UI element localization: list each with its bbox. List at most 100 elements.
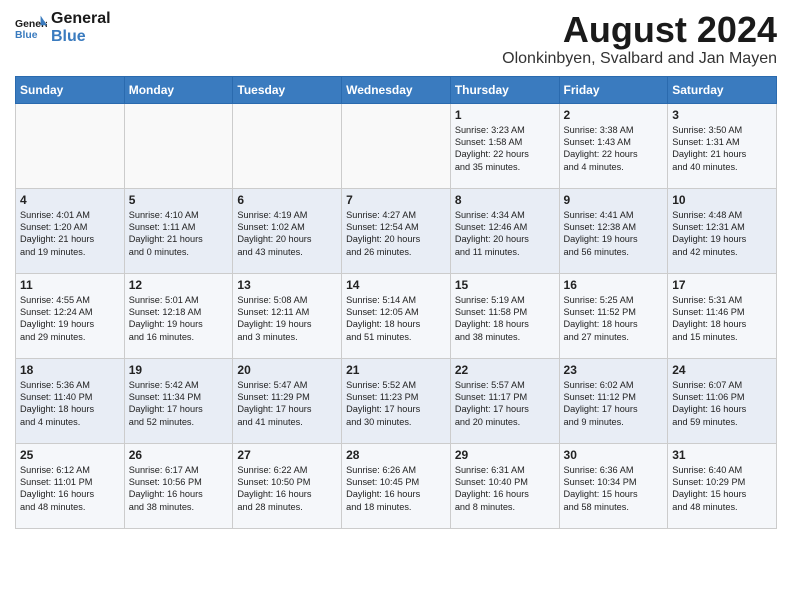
- day-content: Sunrise: 5:14 AM Sunset: 12:05 AM Daylig…: [346, 294, 446, 344]
- day-content: Sunrise: 6:36 AM Sunset: 10:34 PM Daylig…: [564, 464, 664, 514]
- calendar-cell: [342, 103, 451, 188]
- day-number: 13: [237, 278, 337, 292]
- calendar-cell: 27Sunrise: 6:22 AM Sunset: 10:50 PM Dayl…: [233, 443, 342, 528]
- calendar-cell: 13 Sunrise: 5:08 AM Sunset: 12:11 AM Dayl…: [233, 273, 342, 358]
- calendar-cell: 21 Sunrise: 5:52 AM Sunset: 11:23 PM Dayl…: [342, 358, 451, 443]
- day-content: Sunrise: 4:19 AM Sunset: 1:02 AM Dayligh…: [237, 209, 337, 259]
- day-content: Sunrise: 3:38 AM Sunset: 1:43 AM Dayligh…: [564, 124, 664, 174]
- day-content: Sunrise: 6:02 AM Sunset: 11:12 PM Daylig…: [564, 379, 664, 429]
- calendar-cell: 10 Sunrise: 4:48 AM Sunset: 12:31 AM Dayl…: [668, 188, 777, 273]
- day-number: 25: [20, 448, 120, 462]
- calendar-cell: 8 Sunrise: 4:34 AM Sunset: 12:46 AM Dayli…: [450, 188, 559, 273]
- calendar-cell: 3 Sunrise: 3:50 AM Sunset: 1:31 AM Daylig…: [668, 103, 777, 188]
- day-number: 28: [346, 448, 446, 462]
- day-number: 26: [129, 448, 229, 462]
- calendar-week-4: 18Sunrise: 5:36 AM Sunset: 11:40 PM Dayl…: [16, 358, 777, 443]
- day-header-wednesday: Wednesday: [342, 76, 451, 103]
- calendar-cell: 4Sunrise: 4:01 AM Sunset: 1:20 AM Daylig…: [16, 188, 125, 273]
- calendar-cell: 28 Sunrise: 6:26 AM Sunset: 10:45 PM Dayl…: [342, 443, 451, 528]
- day-header-sunday: Sunday: [16, 76, 125, 103]
- day-number: 9: [564, 193, 664, 207]
- calendar-week-2: 4Sunrise: 4:01 AM Sunset: 1:20 AM Daylig…: [16, 188, 777, 273]
- day-number: 18: [20, 363, 120, 377]
- day-number: 3: [672, 108, 772, 122]
- day-content: Sunrise: 5:08 AM Sunset: 12:11 AM Daylig…: [237, 294, 337, 344]
- day-content: Sunrise: 5:42 AM Sunset: 11:34 PM Daylig…: [129, 379, 229, 429]
- day-number: 30: [564, 448, 664, 462]
- day-content: Sunrise: 4:48 AM Sunset: 12:31 AM Daylig…: [672, 209, 772, 259]
- day-header-tuesday: Tuesday: [233, 76, 342, 103]
- calendar-cell: 17 Sunrise: 5:31 AM Sunset: 11:46 PM Dayl…: [668, 273, 777, 358]
- day-content: Sunrise: 4:34 AM Sunset: 12:46 AM Daylig…: [455, 209, 555, 259]
- day-header-thursday: Thursday: [450, 76, 559, 103]
- calendar-cell: 22 Sunrise: 5:57 AM Sunset: 11:17 PM Dayl…: [450, 358, 559, 443]
- day-content: Sunrise: 5:19 AM Sunset: 11:58 PM Daylig…: [455, 294, 555, 344]
- day-content: Sunrise: 4:27 AM Sunset: 12:54 AM Daylig…: [346, 209, 446, 259]
- title-block: August 2024 Olonkinbyen, Svalbard and Ja…: [502, 10, 777, 68]
- calendar-cell: 14 Sunrise: 5:14 AM Sunset: 12:05 AM Dayl…: [342, 273, 451, 358]
- day-number: 7: [346, 193, 446, 207]
- month-year-title: August 2024: [502, 10, 777, 50]
- day-number: 4: [20, 193, 120, 207]
- day-content: Sunrise: 4:41 AM Sunset: 12:38 AM Daylig…: [564, 209, 664, 259]
- day-content: Sunrise: 6:40 AM Sunset: 10:29 PM Daylig…: [672, 464, 772, 514]
- calendar-cell: 30 Sunrise: 6:36 AM Sunset: 10:34 PM Dayl…: [559, 443, 668, 528]
- day-content: Sunrise: 4:55 AM Sunset: 12:24 AM Daylig…: [20, 294, 120, 344]
- day-number: 24: [672, 363, 772, 377]
- calendar-week-3: 11Sunrise: 4:55 AM Sunset: 12:24 AM Dayl…: [16, 273, 777, 358]
- day-number: 21: [346, 363, 446, 377]
- day-number: 17: [672, 278, 772, 292]
- calendar-cell: 26 Sunrise: 6:17 AM Sunset: 10:56 PM Dayl…: [124, 443, 233, 528]
- day-number: 22: [455, 363, 555, 377]
- calendar-cell: 24Sunrise: 6:07 AM Sunset: 11:06 PM Dayl…: [668, 358, 777, 443]
- calendar-cell: 19Sunrise: 5:42 AM Sunset: 11:34 PM Dayl…: [124, 358, 233, 443]
- day-number: 14: [346, 278, 446, 292]
- day-number: 2: [564, 108, 664, 122]
- day-content: Sunrise: 6:31 AM Sunset: 10:40 PM Daylig…: [455, 464, 555, 514]
- day-number: 8: [455, 193, 555, 207]
- day-number: 12: [129, 278, 229, 292]
- day-content: Sunrise: 3:23 AM Sunset: 1:58 AM Dayligh…: [455, 124, 555, 174]
- logo-blue: Blue: [51, 28, 111, 46]
- calendar-cell: 12Sunrise: 5:01 AM Sunset: 12:18 AM Dayl…: [124, 273, 233, 358]
- page-header: General Blue General Blue August 2024 Ol…: [15, 10, 777, 68]
- day-header-saturday: Saturday: [668, 76, 777, 103]
- day-content: Sunrise: 5:57 AM Sunset: 11:17 PM Daylig…: [455, 379, 555, 429]
- day-number: 6: [237, 193, 337, 207]
- calendar-cell: 11Sunrise: 4:55 AM Sunset: 12:24 AM Dayl…: [16, 273, 125, 358]
- day-content: Sunrise: 5:25 AM Sunset: 11:52 PM Daylig…: [564, 294, 664, 344]
- day-content: Sunrise: 5:47 AM Sunset: 11:29 PM Daylig…: [237, 379, 337, 429]
- calendar-table: SundayMondayTuesdayWednesdayThursdayFrid…: [15, 76, 777, 529]
- day-number: 1: [455, 108, 555, 122]
- day-number: 31: [672, 448, 772, 462]
- day-number: 10: [672, 193, 772, 207]
- calendar-cell: [233, 103, 342, 188]
- day-content: Sunrise: 4:10 AM Sunset: 1:11 AM Dayligh…: [129, 209, 229, 259]
- day-number: 27: [237, 448, 337, 462]
- calendar-cell: 18Sunrise: 5:36 AM Sunset: 11:40 PM Dayl…: [16, 358, 125, 443]
- day-content: Sunrise: 5:52 AM Sunset: 11:23 PM Daylig…: [346, 379, 446, 429]
- calendar-cell: 25 Sunrise: 6:12 AM Sunset: 11:01 PM Dayl…: [16, 443, 125, 528]
- day-content: Sunrise: 6:26 AM Sunset: 10:45 PM Daylig…: [346, 464, 446, 514]
- day-content: Sunrise: 3:50 AM Sunset: 1:31 AM Dayligh…: [672, 124, 772, 174]
- day-content: Sunrise: 6:17 AM Sunset: 10:56 PM Daylig…: [129, 464, 229, 514]
- svg-text:Blue: Blue: [15, 30, 38, 41]
- calendar-cell: 7 Sunrise: 4:27 AM Sunset: 12:54 AM Dayli…: [342, 188, 451, 273]
- calendar-cell: 1 Sunrise: 3:23 AM Sunset: 1:58 AM Daylig…: [450, 103, 559, 188]
- location-subtitle: Olonkinbyen, Svalbard and Jan Mayen: [502, 50, 777, 68]
- calendar-cell: 16Sunrise: 5:25 AM Sunset: 11:52 PM Dayl…: [559, 273, 668, 358]
- day-header-friday: Friday: [559, 76, 668, 103]
- calendar-cell: [16, 103, 125, 188]
- logo-icon: General Blue: [15, 14, 47, 42]
- day-number: 20: [237, 363, 337, 377]
- calendar-cell: 9 Sunrise: 4:41 AM Sunset: 12:38 AM Dayli…: [559, 188, 668, 273]
- calendar-week-1: 1 Sunrise: 3:23 AM Sunset: 1:58 AM Daylig…: [16, 103, 777, 188]
- day-content: Sunrise: 5:31 AM Sunset: 11:46 PM Daylig…: [672, 294, 772, 344]
- calendar-cell: 20 Sunrise: 5:47 AM Sunset: 11:29 PM Dayl…: [233, 358, 342, 443]
- calendar-cell: 5 Sunrise: 4:10 AM Sunset: 1:11 AM Daylig…: [124, 188, 233, 273]
- day-number: 23: [564, 363, 664, 377]
- logo-general: General: [51, 10, 111, 28]
- day-content: Sunrise: 6:12 AM Sunset: 11:01 PM Daylig…: [20, 464, 120, 514]
- day-number: 5: [129, 193, 229, 207]
- calendar-week-5: 25 Sunrise: 6:12 AM Sunset: 11:01 PM Dayl…: [16, 443, 777, 528]
